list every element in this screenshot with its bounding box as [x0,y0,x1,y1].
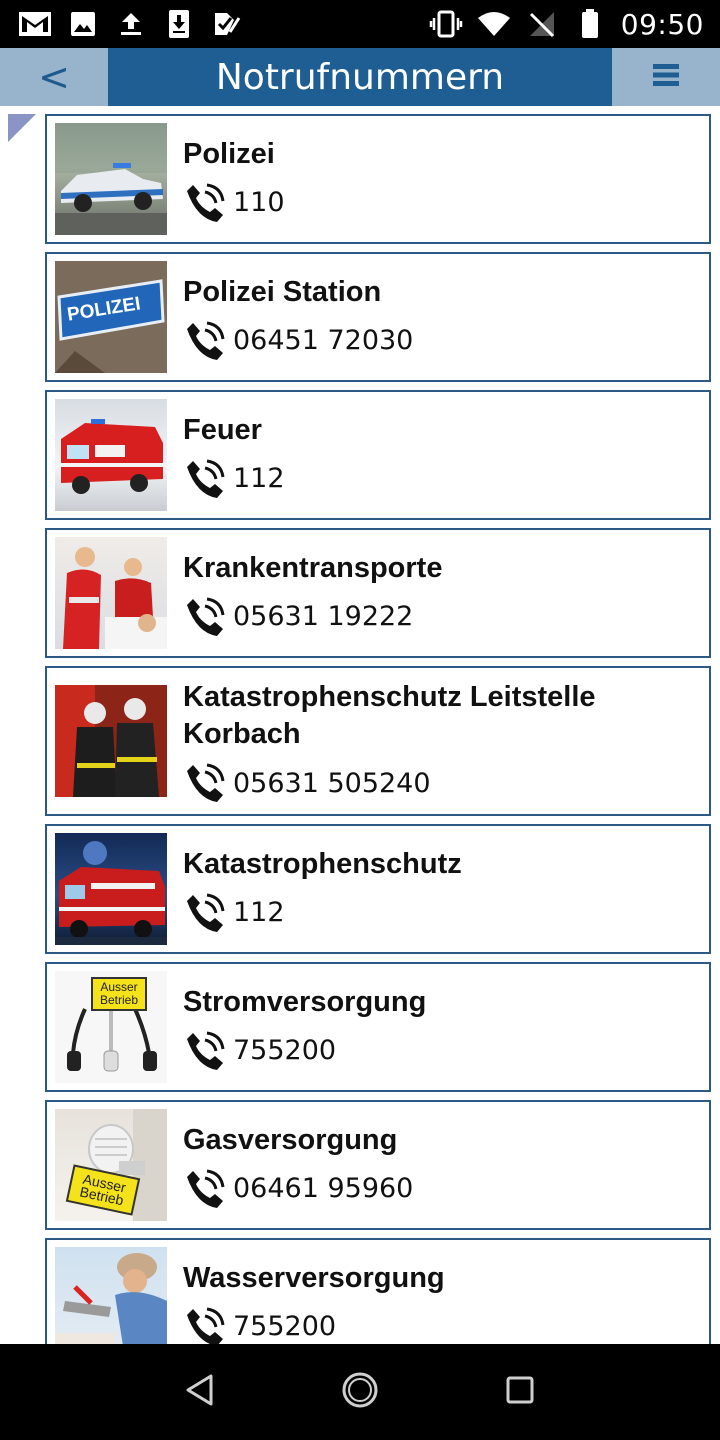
page-title: Notrufnummern [108,48,612,106]
nav-back-button[interactable] [170,1362,230,1422]
back-nav-icon [184,1373,216,1412]
phone-icon [183,761,227,805]
plumber-image [55,1247,167,1344]
phone-icon [183,319,227,363]
entry-name: Katastrophenschutz [183,847,462,880]
vibrate-icon [429,9,463,39]
emergency-list: Polizei 110 POLIZEI Polizei Station 0645… [45,114,711,1344]
call-link[interactable]: 112 [183,457,285,501]
status-bar: 09:50 [0,0,720,48]
call-link[interactable]: 755200 [183,1305,445,1344]
phone-icon [183,891,227,935]
list-item[interactable]: Ausser Betrieb Gasversorgung 06461 95960 [45,1100,711,1230]
upload-icon [114,9,148,39]
system-nav-bar [0,1344,720,1440]
entry-name: Wasserversorgung [183,1261,445,1294]
emergency-list-view[interactable]: Polizei 110 POLIZEI Polizei Station 0645… [0,106,720,1344]
list-item[interactable]: Polizei 110 [45,114,711,244]
phone-number[interactable]: 05631 19222 [233,601,413,632]
power-plugs-image: Ausser Betrieb [55,971,167,1083]
phone-icon [183,181,227,225]
call-link[interactable]: 755200 [183,1029,426,1073]
back-button[interactable]: < [0,48,108,106]
home-nav-icon [340,1370,380,1415]
phone-icon [183,1305,227,1344]
wifi-icon [477,9,511,39]
corner-marker [8,114,36,142]
phone-icon [183,1029,227,1073]
list-item[interactable]: Katastrophenschutz Leitstelle Korbach 05… [45,666,711,816]
nav-home-button[interactable] [330,1362,390,1422]
list-item[interactable]: Katastrophenschutz 112 [45,824,711,954]
phone-number[interactable]: 110 [233,187,285,218]
phone-number[interactable]: 112 [233,463,285,494]
call-link[interactable]: 06451 72030 [183,319,413,363]
battery-icon [573,9,607,39]
recents-nav-icon [504,1374,536,1411]
clock: 09:50 [620,7,704,41]
phone-icon [183,457,227,501]
list-item[interactable]: Feuer 112 [45,390,711,520]
entry-name: Polizei Station [183,275,382,308]
entry-name: Feuer [183,413,262,446]
phone-number[interactable]: 755200 [233,1311,336,1342]
phone-icon [183,595,227,639]
entry-name: Polizei [183,137,275,170]
fire-truck-image [55,399,167,511]
fire-engine-night-image [55,833,167,945]
check-icon [210,9,244,39]
list-item[interactable]: Krankentransporte 05631 19222 [45,528,711,658]
police-sign-image: POLIZEI [55,261,167,373]
gas-thermostat-image: Ausser Betrieb [55,1109,167,1221]
entry-name: Gasversorgung [183,1123,398,1156]
paramedics-image [55,537,167,649]
entry-name: Stromversorgung [183,985,427,1018]
call-link[interactable]: 05631 19222 [183,595,442,639]
hamburger-menu-icon [652,62,680,93]
phone-number[interactable]: 112 [233,897,285,928]
nav-recents-button[interactable] [490,1362,550,1422]
gmail-icon [18,9,52,39]
list-item[interactable]: POLIZEI Polizei Station 06451 72030 [45,252,711,382]
phone-number[interactable]: 755200 [233,1035,336,1066]
phone-number[interactable]: 06451 72030 [233,325,413,356]
firefighters-image [55,685,167,797]
out-of-order-sign: Ausser Betrieb [91,977,147,1011]
app-header: < Notrufnummern [0,48,720,106]
call-link[interactable]: 06461 95960 [183,1167,413,1211]
list-item[interactable]: Wasserversorgung 755200 [45,1238,711,1344]
image-icon [66,9,100,39]
entry-name: Katastrophenschutz Leitstelle Korbach [183,681,596,750]
call-link[interactable]: 110 [183,181,285,225]
no-signal-icon [525,9,559,39]
menu-button[interactable] [612,48,720,106]
download-icon [162,9,196,39]
call-link[interactable]: 05631 505240 [183,761,701,805]
phone-number[interactable]: 05631 505240 [233,768,431,799]
entry-name: Krankentransporte [183,551,443,584]
police-car-image [55,123,167,235]
call-link[interactable]: 112 [183,891,462,935]
phone-number[interactable]: 06461 95960 [233,1173,413,1204]
list-item[interactable]: Ausser Betrieb Stromversorgung 755200 [45,962,711,1092]
phone-icon [183,1167,227,1211]
